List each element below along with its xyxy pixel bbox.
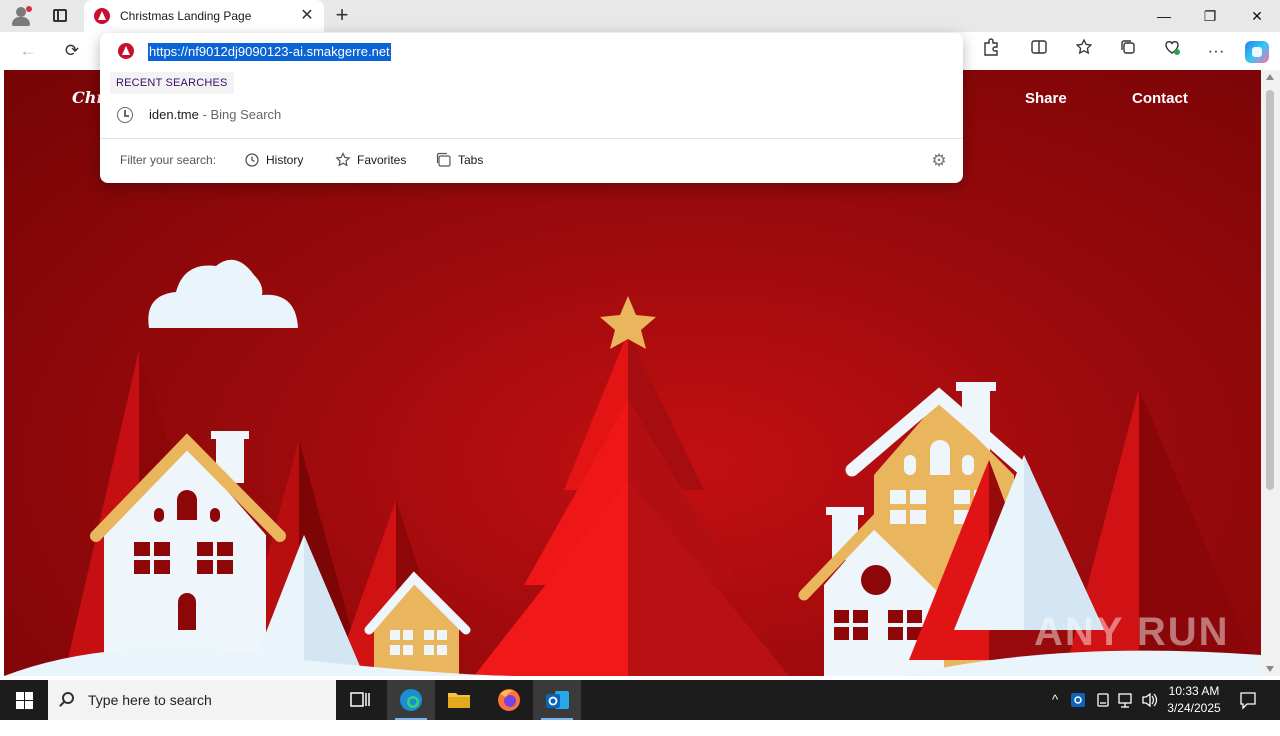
dropdown-divider	[100, 138, 963, 139]
copilot-icon[interactable]	[1245, 41, 1269, 63]
profile-avatar-icon[interactable]	[10, 6, 32, 26]
browser-essentials-icon[interactable]	[1158, 38, 1186, 64]
gear-icon[interactable]: ⚙	[929, 151, 949, 171]
split-screen-icon[interactable]	[1025, 38, 1053, 64]
edge-taskbar-icon[interactable]	[387, 680, 435, 720]
file-explorer-icon[interactable]	[435, 680, 483, 720]
page-scrollbar[interactable]	[1261, 70, 1280, 676]
clock-time: 10:33 AM	[1168, 684, 1220, 698]
address-bar-url[interactable]: https://nf9012dj9090123-ai.smakgerre.net	[148, 43, 391, 61]
filter-tabs-label: Tabs	[458, 153, 484, 167]
address-bar-dropdown: https://nf9012dj9090123-ai.smakgerre.net…	[100, 33, 963, 183]
volume-icon[interactable]	[1140, 680, 1160, 720]
window-close-button[interactable]: ✕	[1234, 0, 1280, 32]
history-clock-icon	[117, 107, 133, 123]
back-button[interactable]: ←	[14, 38, 42, 64]
minimize-button[interactable]: —	[1141, 0, 1187, 32]
network-icon[interactable]	[1116, 680, 1136, 720]
tabs-icon	[436, 152, 452, 168]
new-tab-button[interactable]: +	[330, 4, 354, 28]
filter-tabs-button[interactable]: Tabs	[434, 148, 483, 172]
task-view-icon[interactable]	[336, 680, 384, 720]
notification-icon[interactable]	[1236, 680, 1260, 720]
cloud-icon	[148, 259, 298, 328]
collections-icon[interactable]	[1114, 38, 1142, 64]
settings-more-button[interactable]: ···	[1202, 38, 1230, 64]
tray-outlook-icon[interactable]	[1068, 680, 1088, 720]
filter-history-label: History	[266, 153, 304, 167]
favorites-star-icon[interactable]	[1070, 38, 1098, 64]
recent-search-query: iden.tme	[149, 107, 199, 122]
site-favicon-icon	[94, 8, 110, 24]
recent-searches-label: RECENT SEARCHES	[110, 72, 234, 94]
star-icon	[335, 152, 351, 168]
filter-favorites-label: Favorites	[357, 153, 407, 167]
extensions-icon[interactable]	[977, 38, 1005, 64]
central-christmas-tree	[474, 296, 789, 676]
recent-search-item[interactable]: iden.tme - Bing Search	[100, 101, 963, 129]
tab-christmas-landing-page[interactable]: Christmas Landing Page ✕	[84, 0, 324, 32]
tab-close-icon[interactable]: ✕	[298, 7, 316, 25]
tab-bar: Christmas Landing Page ✕ + — ❐ ✕	[0, 0, 1280, 32]
filter-row: Filter your search: History Favorites Ta…	[100, 143, 963, 177]
outlook-icon[interactable]	[533, 680, 581, 720]
filter-history-button[interactable]: History	[242, 148, 303, 172]
start-button[interactable]	[0, 680, 48, 720]
refresh-button[interactable]: ⟳	[58, 38, 86, 64]
windows-taskbar: Type here to search ^ 10:33 AM 3/24/2025	[0, 680, 1280, 720]
watermark-text: ANY RUN	[1034, 610, 1230, 654]
history-icon	[244, 152, 260, 168]
filter-label: Filter your search:	[120, 153, 217, 167]
tray-device-icon[interactable]	[1094, 680, 1112, 720]
tab-actions-icon[interactable]	[48, 6, 72, 26]
recent-search-source: Bing Search	[210, 107, 282, 122]
filter-favorites-button[interactable]: Favorites	[333, 148, 406, 172]
restore-button[interactable]: ❐	[1187, 0, 1233, 32]
taskbar-search-placeholder: Type here to search	[88, 692, 212, 708]
tray-chevron-icon[interactable]: ^	[1046, 680, 1064, 720]
tab-title: Christmas Landing Page	[120, 9, 252, 23]
firefox-icon[interactable]	[485, 680, 533, 720]
search-icon	[62, 692, 74, 704]
taskbar-search-box[interactable]: Type here to search	[48, 680, 336, 720]
site-favicon-icon	[118, 43, 134, 59]
clock-date: 3/24/2025	[1167, 701, 1221, 715]
system-clock[interactable]: 10:33 AM 3/24/2025	[1162, 683, 1226, 717]
